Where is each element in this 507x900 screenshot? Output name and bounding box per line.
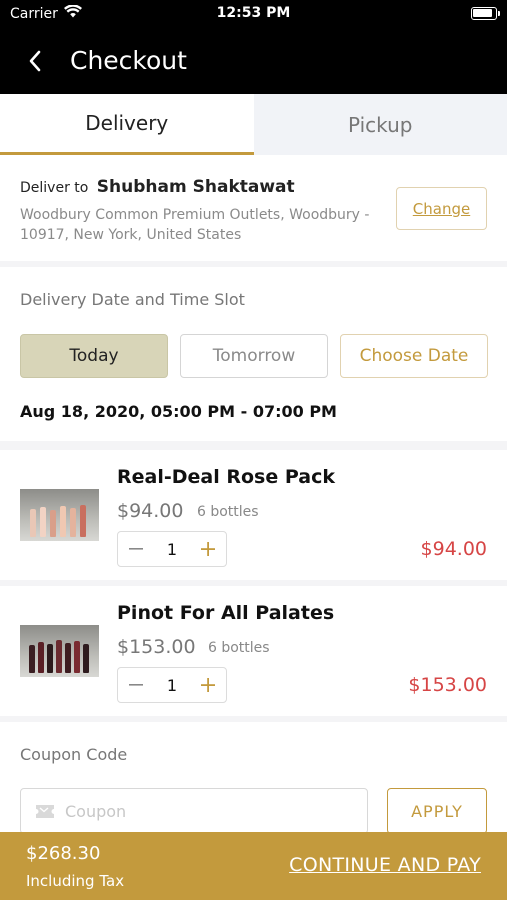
line-total: $153.00	[408, 674, 487, 696]
selected-time-slot: Aug 18, 2020, 05:00 PM - 07:00 PM	[20, 402, 337, 421]
recipient-name: Shubham Shaktawat	[96, 177, 295, 197]
line-total: $94.00	[420, 538, 487, 560]
decrease-quantity-button[interactable]	[118, 532, 154, 566]
cart-item: Pinot For All Palates $153.00 6 bottles …	[0, 586, 507, 716]
checkout-footer: $268.30 Including Tax CONTINUE AND PAY	[0, 832, 507, 900]
order-total: $268.30	[26, 843, 101, 864]
plus-icon	[201, 678, 215, 692]
quantity-value: 1	[166, 675, 178, 695]
product-image	[20, 625, 99, 677]
product-name: Pinot For All Palates	[117, 602, 335, 624]
product-name: Real-Deal Rose Pack	[117, 466, 335, 488]
apply-coupon-button[interactable]: APPLY	[387, 788, 487, 834]
product-unit: 6 bottles	[208, 640, 270, 656]
product-price: $94.00	[117, 500, 184, 522]
delivery-address: Woodbury Common Premium Outlets, Woodbur…	[20, 207, 370, 243]
deliver-to-line: Deliver to Shubham Shaktawat	[20, 177, 295, 197]
app-header: Checkout	[0, 28, 507, 94]
minus-icon	[129, 684, 143, 686]
coupon-placeholder: Coupon	[65, 801, 127, 821]
tab-delivery[interactable]: Delivery	[0, 94, 254, 155]
status-time: 12:53 PM	[216, 5, 291, 21]
tab-pickup[interactable]: Pickup	[253, 94, 507, 155]
battery-icon	[471, 7, 500, 20]
coupon-input[interactable]: Coupon	[20, 788, 368, 834]
address-card: Deliver to Shubham Shaktawat Woodbury Co…	[0, 155, 507, 261]
page-title: Checkout	[70, 46, 187, 75]
ticket-icon	[36, 804, 54, 818]
fulfillment-tabs: Delivery Pickup	[0, 94, 507, 155]
tax-note: Including Tax	[26, 872, 125, 890]
minus-icon	[129, 548, 143, 550]
chevron-left-icon	[29, 50, 41, 72]
slot-today-button[interactable]: Today	[20, 334, 168, 378]
delivery-slot-card: Delivery Date and Time Slot Today Tomorr…	[0, 267, 507, 441]
status-bar: Carrier 12:53 PM	[0, 0, 507, 28]
cart-item: Real-Deal Rose Pack $94.00 6 bottles 1 $…	[0, 450, 507, 580]
product-price: $153.00	[117, 636, 196, 658]
coupon-heading: Coupon Code	[20, 745, 128, 764]
slot-tomorrow-button[interactable]: Tomorrow	[180, 334, 328, 378]
delivery-slot-heading: Delivery Date and Time Slot	[20, 290, 245, 309]
choose-date-button[interactable]: Choose Date	[340, 334, 488, 378]
increase-quantity-button[interactable]	[190, 532, 226, 566]
product-unit: 6 bottles	[197, 504, 259, 520]
continue-and-pay-button[interactable]: CONTINUE AND PAY	[289, 854, 481, 876]
product-image	[20, 489, 99, 541]
quantity-stepper: 1	[117, 531, 227, 567]
coupon-card: Coupon Code Coupon APPLY	[0, 722, 507, 834]
change-address-button[interactable]: Change	[396, 187, 487, 230]
deliver-to-label: Deliver to	[20, 180, 89, 196]
increase-quantity-button[interactable]	[190, 668, 226, 702]
quantity-value: 1	[166, 539, 178, 559]
quantity-stepper: 1	[117, 667, 227, 703]
decrease-quantity-button[interactable]	[118, 668, 154, 702]
plus-icon	[201, 542, 215, 556]
back-button[interactable]	[18, 44, 52, 78]
